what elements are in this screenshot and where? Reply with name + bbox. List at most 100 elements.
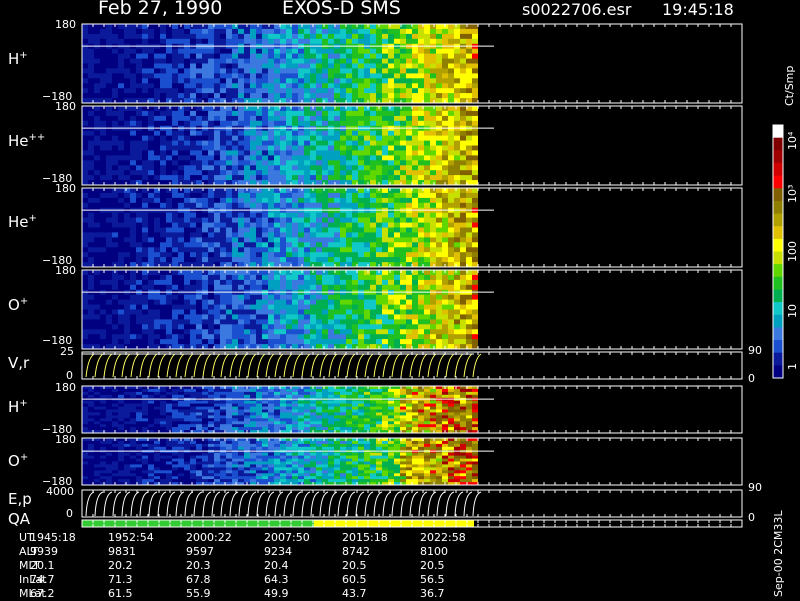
heat-cell (118, 270, 124, 276)
heat-cell (442, 217, 448, 223)
heat-cell (340, 314, 346, 320)
heat-cell (190, 140, 196, 146)
heat-cell (346, 175, 352, 181)
heat-cell (388, 106, 394, 112)
heat-cell (118, 212, 124, 219)
heat-cell (154, 78, 160, 84)
heat-cell (442, 299, 448, 305)
heat-cell (340, 28, 346, 35)
heat-cell (298, 88, 304, 94)
heat-cell (130, 188, 136, 194)
heat-cell (148, 406, 154, 410)
heat-cell (400, 78, 406, 84)
heat-cell (358, 140, 364, 146)
heat-cell (226, 418, 232, 422)
heat-cell (250, 170, 256, 176)
heat-cell (406, 170, 412, 176)
heat-cell (394, 329, 400, 335)
heat-cell (256, 400, 262, 405)
heat-cell (184, 252, 190, 258)
heat-cell (112, 73, 118, 79)
heat-cell (88, 202, 94, 209)
heat-cell (250, 415, 256, 419)
heat-cell (472, 28, 478, 35)
heat-cell (280, 304, 286, 310)
heat-cell (178, 418, 184, 422)
heat-cell (256, 130, 262, 137)
heat-cell (274, 339, 280, 345)
heat-cell (382, 88, 388, 94)
heat-cell (82, 212, 88, 219)
heat-cell (436, 140, 442, 146)
heat-cell (208, 197, 214, 204)
heat-cell (466, 284, 472, 291)
heat-cell (298, 145, 304, 151)
heat-cell (376, 339, 382, 345)
heat-cell (430, 63, 436, 69)
heat-cell (142, 120, 148, 127)
heat-cell (322, 242, 328, 248)
heat-cell (352, 110, 358, 117)
heat-cell (160, 217, 166, 223)
heat-cell (364, 33, 370, 40)
heat-cell (298, 252, 304, 258)
heat-cell (94, 232, 100, 238)
heat-cell (232, 73, 238, 79)
heat-cell (208, 242, 214, 248)
heat-cell (220, 424, 226, 428)
heat-cell (352, 247, 358, 253)
heat-cell (274, 403, 280, 407)
heat-cell (118, 309, 124, 315)
heat-cell (172, 120, 178, 127)
heat-cell (166, 93, 172, 99)
heat-cell (244, 274, 250, 281)
heat-cell (442, 274, 448, 281)
heat-cell (142, 175, 148, 181)
heat-cell (202, 120, 208, 127)
heat-cell (466, 63, 472, 69)
heat-cell (280, 284, 286, 291)
heat-cell (424, 217, 430, 223)
heat-cell (166, 299, 172, 305)
heat-cell (328, 217, 334, 223)
heat-cell (214, 388, 220, 393)
heat-cell (394, 88, 400, 94)
heat-cell (412, 299, 418, 305)
heat-cell (160, 140, 166, 146)
heat-cell (472, 38, 478, 45)
heat-cell (250, 135, 256, 141)
heat-cell (310, 197, 316, 204)
heat-cell (220, 339, 226, 345)
heat-cell (472, 227, 478, 233)
heat-cell (118, 88, 124, 94)
heat-cell (202, 33, 208, 40)
heat-cell (370, 217, 376, 223)
heat-cell (190, 58, 196, 64)
heat-cell (166, 247, 172, 253)
heat-cell (472, 83, 478, 89)
heat-cell (256, 237, 262, 243)
heat-cell (340, 406, 346, 410)
heat-cell (100, 140, 106, 146)
heat-cell (112, 38, 118, 45)
heat-cell (250, 403, 256, 407)
heat-cell (436, 160, 442, 166)
heat-cell (94, 409, 100, 413)
heat-cell (244, 155, 250, 161)
heat-cell (106, 388, 112, 393)
heat-cell (286, 212, 292, 219)
heat-cell (244, 388, 250, 393)
heat-cell (364, 257, 370, 263)
heat-cell (280, 222, 286, 228)
heat-cell (142, 409, 148, 413)
heat-cell (310, 388, 316, 393)
heat-cell (304, 418, 310, 422)
heat-cell (238, 63, 244, 69)
heat-cell (394, 140, 400, 146)
heat-cell (136, 400, 142, 405)
heat-cell (154, 165, 160, 171)
heat-cell (238, 106, 244, 112)
heat-cell (316, 68, 322, 74)
heat-cell (298, 68, 304, 74)
heat-cell (436, 232, 442, 238)
